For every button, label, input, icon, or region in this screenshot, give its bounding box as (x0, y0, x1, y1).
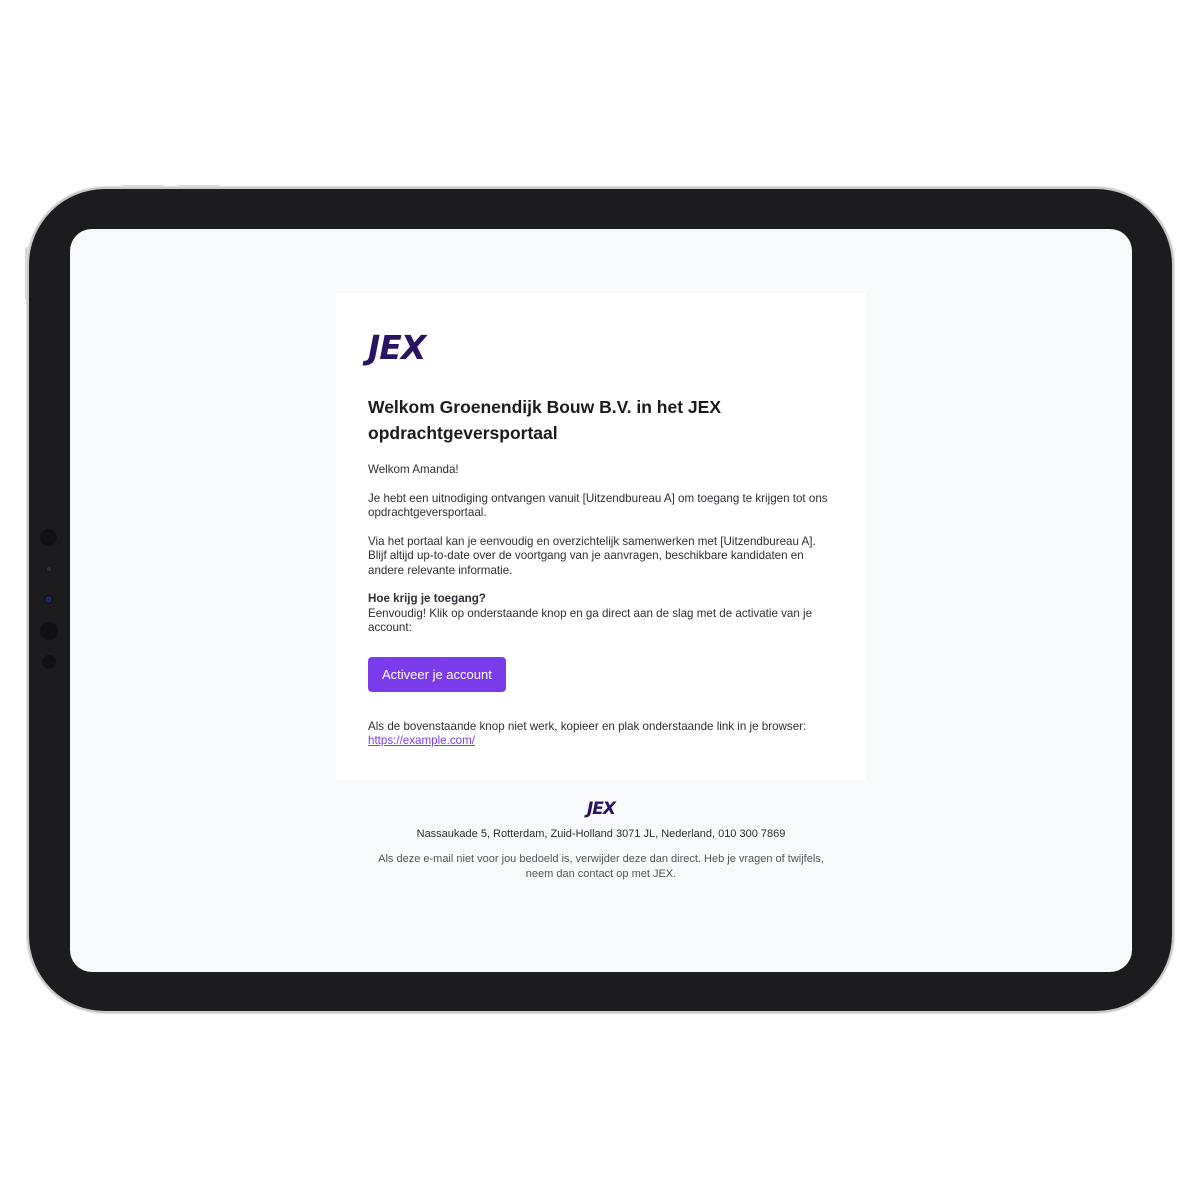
tablet-screen: JEX Welkom Groenendijk Bouw B.V. in het … (70, 229, 1132, 972)
access-heading: Hoe krijg je toegang? (368, 592, 486, 605)
sensor-dot-1 (40, 529, 57, 546)
activate-account-button[interactable]: Activeer je account (368, 656, 506, 692)
email-title: Welkom Groenendijk Bouw B.V. in het JEX … (368, 397, 721, 443)
footer-disclaimer: Als deze e-mail niet voor jou bedoeld is… (378, 853, 824, 880)
footer-jex-logo: JEX (586, 799, 616, 819)
email-card: JEX Welkom Groenendijk Bouw B.V. in het … (336, 293, 866, 780)
jex-logo: JEX (368, 328, 426, 367)
access-section: Hoe krijg je toegang? Eenvoudig! Klik op… (368, 592, 834, 636)
fallback-section: Als de bovenstaande knop niet werk, kopi… (368, 720, 834, 749)
fallback-link[interactable]: https://example.com/ (368, 734, 475, 747)
fallback-text: Als de bovenstaande knop niet werk, kopi… (368, 719, 807, 733)
portal-paragraph: Via het portaal kan je eenvoudig en over… (368, 534, 816, 577)
sensor-dot-4 (42, 655, 56, 669)
invite-paragraph: Je hebt een uitnodiging ontvangen vanuit… (368, 491, 828, 520)
email-content: JEX Welkom Groenendijk Bouw B.V. in het … (368, 331, 834, 749)
camera-icon (45, 596, 52, 603)
email-footer: JEX Nassaukade 5, Rotterdam, Zuid-Hollan… (336, 799, 866, 881)
sensor-dot-3 (40, 622, 58, 640)
footer-address: Nassaukade 5, Rotterdam, Zuid-Holland 30… (416, 828, 786, 840)
greeting-text: Welkom Amanda! (368, 463, 459, 476)
access-text: Eenvoudig! Klik op onderstaande knop en … (368, 606, 813, 635)
stage: JEX Welkom Groenendijk Bouw B.V. in het … (0, 0, 1200, 1200)
sensor-dot-2 (47, 567, 51, 571)
